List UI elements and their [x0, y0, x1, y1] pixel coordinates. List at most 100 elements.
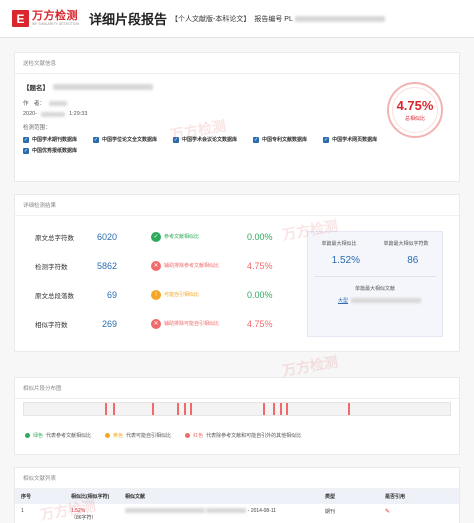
col-header: 类型	[319, 489, 379, 504]
report-title: 详细片段报告	[89, 12, 168, 27]
stat-value: 6020	[96, 231, 117, 242]
max-ratio-label: 单篇最大相似比	[321, 241, 357, 247]
similar-fragment-mark[interactable]	[151, 403, 154, 415]
col-header: 相似文献	[119, 489, 319, 504]
scope-text: 中国学位论文全文数据库	[102, 137, 158, 143]
legend-text: 代表参考文献相似比	[46, 433, 92, 439]
stat-rows: 原文总字符数 6020 ✓ 参考文献相似比 0.00% 检测字符数 5862 ✕ 辅…	[35, 231, 287, 347]
similar-fragment-mark[interactable]	[262, 403, 265, 415]
row-doc-redacted	[206, 508, 247, 514]
report-id-redacted	[294, 15, 385, 22]
max-doc-link[interactable]: 大型	[338, 297, 442, 304]
legend-color-name: 黄色	[113, 433, 124, 439]
scope-item[interactable]: ✓ 中国优秀报纸数据库	[23, 147, 77, 154]
check-icon: ✓	[151, 231, 161, 242]
similar-fragment-mark[interactable]	[104, 403, 107, 415]
checkbox-icon: ✓	[23, 147, 29, 154]
doc-title-row: 【题名】	[23, 82, 451, 92]
col-header: 相似比(相似字符)	[65, 489, 119, 504]
scope-text: 中国专利文献数据库	[262, 137, 308, 143]
legend-item: 红色 代表除参考文献和可能自引外的其他相似比	[185, 432, 301, 439]
similar-fragment-mark[interactable]	[113, 403, 116, 415]
checkbox-icon: ✓	[93, 136, 100, 143]
row-pct: 1.52% （86字符）	[65, 504, 119, 523]
logo-mark-icon: E	[12, 10, 29, 27]
stat-pct: 4.75%	[247, 318, 273, 329]
legend-color-name: 红色	[193, 433, 204, 439]
distribution-card: 相似片段分布图 绿色 代表参考文献相似比 黄色 代表可能自引相似比 红色 代表除参考文…	[14, 377, 460, 455]
checkbox-icon: ✓	[253, 136, 260, 143]
scope-item[interactable]: ✓ 中国学位论文全文数据库	[93, 136, 157, 143]
row-chars: （86字符）	[71, 515, 97, 521]
col-header: 序号	[15, 489, 65, 504]
scope-text: 中国学术期刊数据库	[32, 137, 78, 143]
stat-row: 检测字符数 5862 ✕ 辅助排除参考文献相似比 4.75%	[35, 260, 287, 271]
max-chars-value: 86	[407, 255, 419, 266]
stat-tag: 辅助排除参考文献相似比	[164, 263, 220, 269]
similar-fragment-mark[interactable]	[285, 403, 288, 415]
checkbox-icon: ✓	[173, 136, 180, 143]
scope-text: 中国学术网页数据库	[332, 137, 378, 143]
wanfang-logo: E 万方检测 WF SIMILARITY DETECTION	[12, 10, 79, 27]
scope-text: 中国优秀报纸数据库	[32, 148, 78, 154]
row-doc[interactable]: - 2014-08-11	[119, 504, 319, 523]
col-header: 是否引用	[379, 489, 459, 504]
date-text: 2020-	[23, 111, 38, 117]
logo-cn: 万方检测	[32, 9, 78, 22]
similar-docs-table: 序号 相似比(相似字符) 相似文献 类型 是否引用 1 1.52% （86字符） …	[15, 489, 459, 523]
scope-item[interactable]: ✓ 中国学术期刊数据库	[23, 136, 77, 143]
report-id-label: 报告编号 PL	[254, 15, 293, 23]
max-doc-prefix: 大型	[338, 298, 349, 304]
scope-list: ✓ 中国学术期刊数据库 ✓ 中国学位论文全文数据库 ✓ 中国学术会议论文数据库 ✓ 中国…	[23, 136, 393, 154]
checkbox-icon: ✓	[323, 136, 330, 143]
stat-row: 原文总字符数 6020 ✓ 参考文献相似比 0.00%	[35, 231, 287, 242]
similar-fragment-mark[interactable]	[190, 403, 193, 415]
stat-row: 相似字符数 269 ✕ 辅助排除可能自引相似比 4.75%	[35, 318, 287, 329]
checkbox-icon: ✓	[23, 136, 29, 143]
document-info-card: 送检文献信息 【题名】 作 者： 2020- 1:29:33 检测范围： ✓ 中国…	[14, 52, 460, 182]
legend-text: 代表可能自引相似比	[126, 433, 172, 439]
legend-item: 黄色 代表可能自引相似比	[105, 432, 171, 439]
stat-tag: 辅助排除可能自引相似比	[164, 321, 220, 327]
section-title: 详细检测结果	[15, 195, 459, 216]
similar-fragment-mark[interactable]	[183, 403, 186, 415]
distribution-legend: 绿色 代表参考文献相似比 黄色 代表可能自引相似比 红色 代表除参考文献和可能自引外的…	[25, 432, 301, 439]
similar-fragment-mark[interactable]	[177, 403, 180, 415]
row-doc-date: - 2014-08-11	[247, 508, 277, 514]
table-row[interactable]: 1 1.52% （86字符） - 2014-08-11 期刊 ✎	[15, 504, 459, 523]
similar-fragment-mark[interactable]	[347, 403, 350, 415]
max-chars-label: 单篇最大相似字符数	[383, 241, 429, 247]
scope-item[interactable]: ✓ 中国专利文献数据库	[253, 136, 307, 143]
cite-icon[interactable]: ✎	[385, 509, 390, 515]
similar-fragment-mark[interactable]	[279, 403, 282, 415]
scope-item[interactable]: ✓ 中国学术网页数据库	[323, 136, 377, 143]
title-label: 【题名】	[23, 85, 49, 92]
legend-color-name: 绿色	[33, 433, 44, 439]
stat-label: 原文总字符数	[35, 234, 74, 242]
legend-dot-icon	[105, 433, 111, 438]
date-redacted	[41, 111, 66, 117]
cross-icon: ✕	[151, 318, 161, 329]
scope-item[interactable]: ✓ 中国学术会议论文数据库	[173, 136, 237, 143]
legend-dot-icon	[25, 433, 30, 438]
max-ratio-value: 1.52%	[331, 255, 360, 266]
stat-value: 69	[106, 289, 117, 300]
max-doc-redacted	[351, 298, 422, 303]
legend-item: 绿色 代表参考文献相似比	[25, 432, 91, 439]
author-label: 作 者：	[23, 101, 46, 107]
stat-pct: 0.00%	[247, 289, 273, 300]
similarity-distribution-bar[interactable]	[23, 402, 451, 416]
stat-tag: 参考文献相似比	[164, 234, 200, 240]
stat-row: 原文总段落数 69 ! 可能自引相似比 0.00%	[35, 289, 287, 300]
legend-text: 代表除参考文献和可能自引外的其他相似比	[206, 433, 302, 439]
cross-icon: ✕	[151, 260, 161, 271]
exclaim-icon: !	[151, 289, 161, 300]
title-redacted	[53, 84, 153, 90]
max-similarity-box: 单篇最大相似比 单篇最大相似字符数 1.52% 86 单篇最大相似文献 大型	[307, 231, 443, 337]
author-redacted	[49, 100, 68, 106]
similar-fragment-mark[interactable]	[273, 403, 276, 415]
detection-results-card: 详细检测结果 原文总字符数 6020 ✓ 参考文献相似比 0.00% 检测字符数 …	[14, 194, 460, 352]
logo-en: WF SIMILARITY DETECTION	[32, 21, 79, 26]
section-title: 送检文献信息	[15, 53, 459, 74]
total-similarity-badge: 4.75% 总相似比	[387, 82, 443, 138]
